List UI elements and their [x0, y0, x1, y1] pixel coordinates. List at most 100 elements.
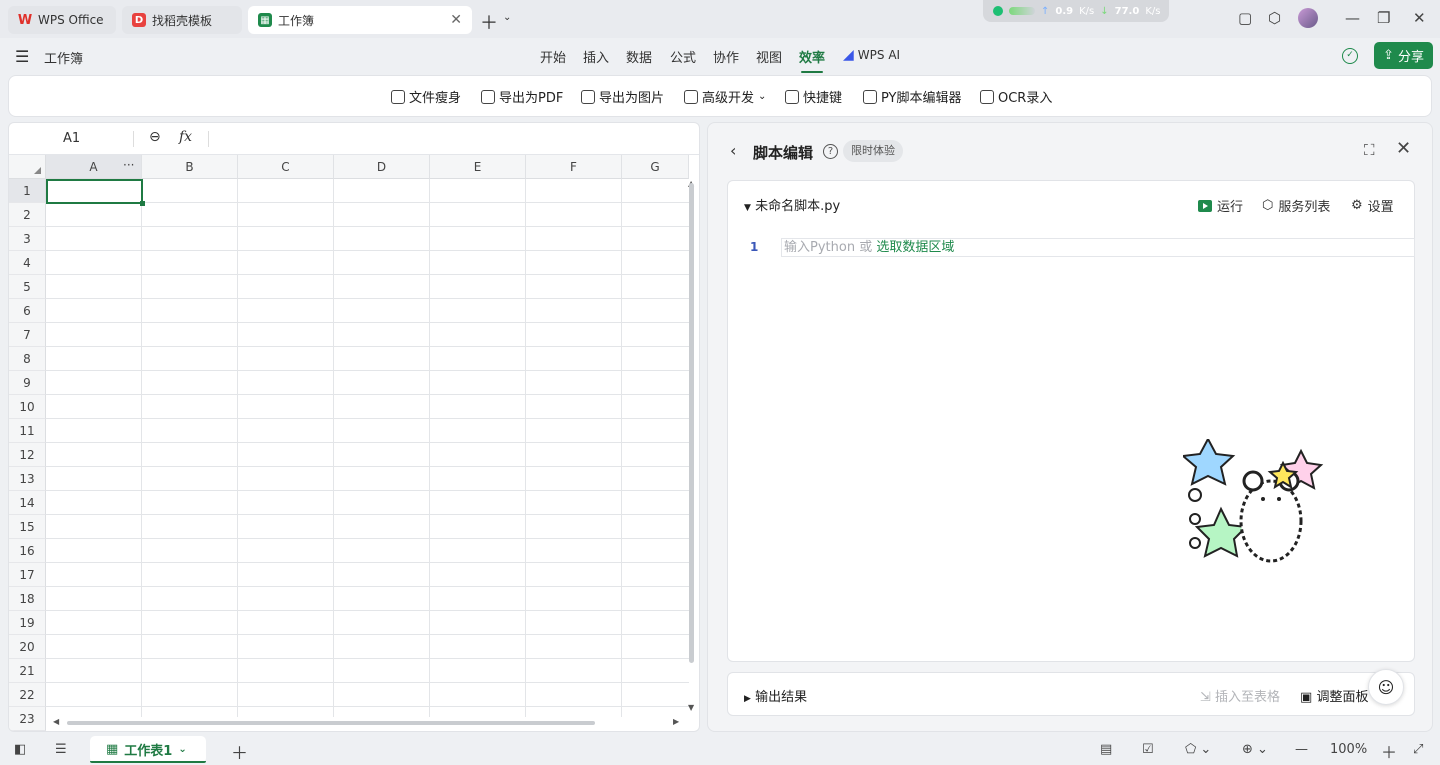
insert-to-sheet-button[interactable]: ⇲ 插入至表格	[1200, 686, 1280, 705]
row-header[interactable]: 16	[9, 539, 46, 563]
new-tab-button[interactable]: ＋	[480, 9, 498, 35]
cloud-sync-icon[interactable]: ✓	[1342, 48, 1358, 64]
row-header[interactable]: 5	[9, 275, 46, 299]
horizontal-scrollbar[interactable]	[67, 721, 595, 725]
avatar[interactable]	[1298, 8, 1318, 28]
tool-label: 导出为图片	[599, 91, 665, 106]
row-header[interactable]: 1	[9, 179, 46, 203]
menu-formula[interactable]: 公式	[670, 47, 696, 66]
window-tile-icon[interactable]: ▢	[1238, 9, 1252, 27]
row-header[interactable]: 12	[9, 443, 46, 467]
row-header[interactable]: 23	[9, 707, 46, 731]
help-icon[interactable]: ?	[823, 144, 838, 159]
name-box[interactable]: A1	[63, 131, 80, 146]
layers-icon[interactable]: ☰	[55, 742, 67, 757]
menu-data[interactable]: 数据	[626, 47, 652, 66]
zoom-in-button[interactable]: ＋	[1381, 739, 1397, 763]
document-icon[interactable]: ▤	[1100, 742, 1112, 757]
active-cell-a1[interactable]	[46, 179, 145, 206]
minimize-icon[interactable]: —	[1345, 9, 1360, 27]
menu-efficiency[interactable]: 效率	[799, 47, 825, 73]
py-script-editor-button[interactable]: PY脚本编辑器	[863, 87, 962, 106]
row-header[interactable]: 11	[9, 419, 46, 443]
menu-insert[interactable]: 插入	[583, 47, 609, 66]
cells-area[interactable]	[46, 179, 689, 717]
row-header[interactable]: 21	[9, 659, 46, 683]
column-header[interactable]: B	[142, 155, 238, 179]
select-range-link[interactable]: 选取数据区域	[876, 240, 954, 255]
cube-icon[interactable]: ⬡	[1268, 9, 1281, 27]
layout-icon[interactable]: ⊕ ⌄	[1242, 742, 1268, 757]
scroll-right-icon[interactable]: ▶	[673, 717, 679, 726]
search-zoom-icon[interactable]: ⊖	[149, 129, 161, 145]
share-button[interactable]: ⇪ 分享	[1374, 42, 1433, 69]
row-header[interactable]: 4	[9, 251, 46, 275]
row-header[interactable]: 14	[9, 491, 46, 515]
row-header[interactable]: 17	[9, 563, 46, 587]
menu-wps-ai[interactable]: ◢ WPS AI	[843, 47, 900, 63]
fullscreen-icon[interactable]: ⤢	[1413, 742, 1423, 757]
row-header[interactable]: 8	[9, 347, 46, 371]
shape-icon[interactable]: ⬠ ⌄	[1185, 742, 1211, 757]
row-header[interactable]: 2	[9, 203, 46, 227]
chevron-down-icon[interactable]: ⌄	[503, 12, 511, 23]
settings-button[interactable]: ⚙ 设置	[1351, 196, 1394, 215]
close-tab-icon[interactable]: ✕	[450, 12, 462, 28]
service-list-button[interactable]: ⬡ 服务列表	[1262, 196, 1330, 215]
row-header[interactable]: 10	[9, 395, 46, 419]
close-panel-icon[interactable]: ✕	[1396, 138, 1411, 159]
scroll-down-icon[interactable]: ▼	[688, 703, 694, 712]
row-header[interactable]: 15	[9, 515, 46, 539]
scroll-left-icon[interactable]: ◀	[53, 717, 59, 726]
row-header[interactable]: 9	[9, 371, 46, 395]
close-window-icon[interactable]: ✕	[1413, 9, 1426, 27]
shortcut-keys-button[interactable]: 快捷键	[785, 87, 842, 106]
file-slim-button[interactable]: 文件瘦身	[391, 87, 461, 106]
column-header[interactable]: C	[238, 155, 334, 179]
column-header[interactable]: D	[334, 155, 430, 179]
row-header[interactable]: 6	[9, 299, 46, 323]
tool-label: 导出为PDF	[499, 91, 564, 106]
menu-collaborate[interactable]: 协作	[713, 47, 739, 66]
download-unit: K/s	[1145, 5, 1161, 17]
menu-home[interactable]: 开始	[540, 47, 566, 66]
back-chevron-icon[interactable]: ‹	[730, 141, 736, 160]
expand-icon[interactable]: ⛶	[1364, 141, 1375, 159]
row-header[interactable]: 3	[9, 227, 46, 251]
sheet-tab-1[interactable]: ▦ 工作表1 ⌄	[90, 736, 206, 763]
cell-grid[interactable]: ABCDEFG 1 2 3 4 5 6 7 8 9 10 11 12 13 14 15 16 17 18 19 20 2…	[9, 155, 689, 731]
more-options-icon[interactable]: ···	[123, 155, 134, 175]
tab-workbook[interactable]: ▦ 工作簿 ✕	[248, 6, 472, 34]
select-all-corner[interactable]	[9, 155, 46, 179]
export-pdf-button[interactable]: 导出为PDF	[481, 87, 563, 106]
row-header[interactable]: 22	[9, 683, 46, 707]
menu-view[interactable]: 视图	[756, 47, 782, 66]
row-header[interactable]: 19	[9, 611, 46, 635]
column-header[interactable]: G	[622, 155, 689, 179]
hamburger-menu-icon[interactable]: ☰	[15, 47, 29, 66]
output-toggle[interactable]: ▶ 输出结果	[744, 686, 807, 705]
export-image-button[interactable]: 导出为图片	[581, 87, 664, 106]
ocr-input-button[interactable]: OCR录入	[980, 87, 1052, 106]
advanced-dev-button[interactable]: 高级开发 ⌄	[684, 87, 766, 106]
check-list-icon[interactable]: ☑	[1142, 742, 1154, 757]
script-file-name[interactable]: ▼ 未命名脚本.py	[744, 195, 840, 214]
vertical-scrollbar[interactable]	[689, 183, 694, 663]
code-input[interactable]: 输入Python 或 选取数据区域	[781, 238, 1415, 257]
restore-icon[interactable]: ❐	[1377, 9, 1390, 27]
zoom-out-button[interactable]: —	[1295, 742, 1308, 757]
row-header[interactable]: 18	[9, 587, 46, 611]
function-icon[interactable]: fx	[179, 129, 192, 145]
tab-wps-office[interactable]: W WPS Office	[8, 6, 116, 34]
column-header[interactable]: E	[430, 155, 526, 179]
row-header[interactable]: 20	[9, 635, 46, 659]
assistant-mascot-button[interactable]: ☺	[1368, 669, 1404, 705]
adjust-panel-button[interactable]: ▣ 调整面板	[1300, 686, 1368, 705]
add-sheet-button[interactable]: ＋	[231, 739, 248, 764]
run-button[interactable]: 运行	[1198, 196, 1243, 215]
column-header[interactable]: F	[526, 155, 622, 179]
tab-template[interactable]: D 找稻壳模板	[122, 6, 242, 34]
sidebar-toggle-icon[interactable]: ◧	[14, 742, 26, 757]
row-header[interactable]: 13	[9, 467, 46, 491]
row-header[interactable]: 7	[9, 323, 46, 347]
